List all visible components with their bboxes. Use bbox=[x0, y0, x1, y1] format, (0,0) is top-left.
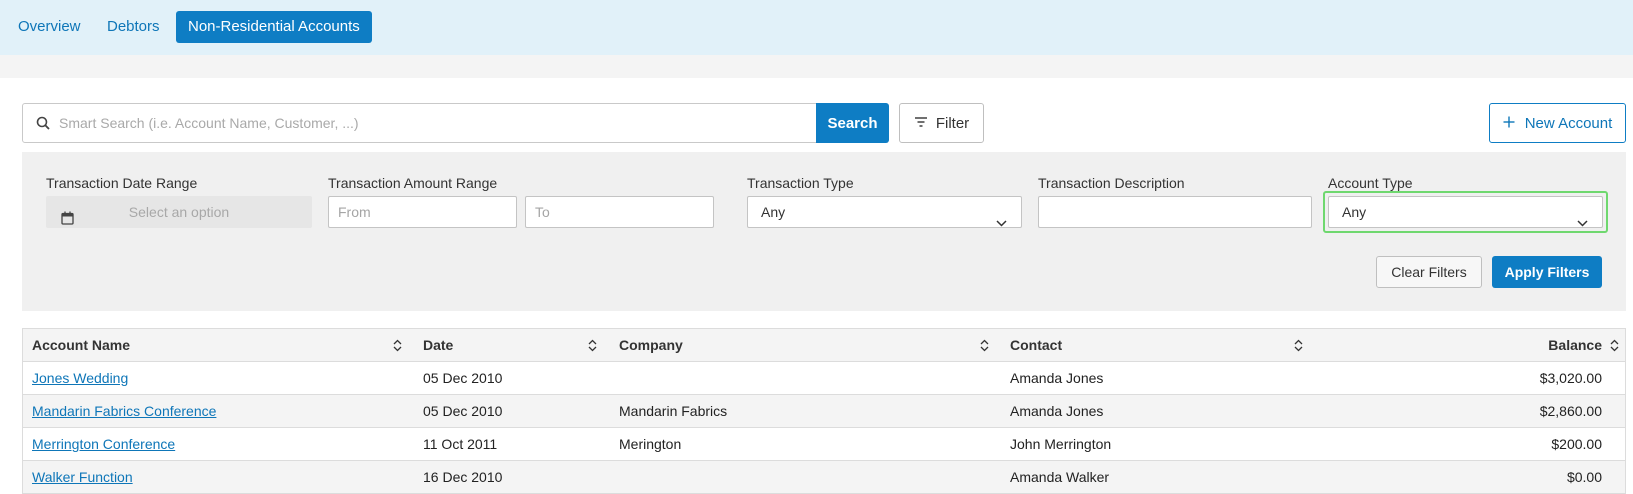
sort-icon[interactable] bbox=[1610, 339, 1619, 355]
column-header-date[interactable]: Date bbox=[423, 329, 453, 361]
header-divider-strip bbox=[0, 55, 1633, 78]
balance-cell: $2,860.00 bbox=[1539, 403, 1602, 419]
column-header-contact[interactable]: Contact bbox=[1010, 329, 1062, 361]
sort-icon[interactable] bbox=[1294, 339, 1303, 355]
column-header-account-name[interactable]: Account Name bbox=[32, 329, 130, 361]
new-account-button[interactable]: New Account bbox=[1489, 103, 1626, 143]
tab-debtors[interactable]: Debtors bbox=[95, 11, 172, 43]
account-name-link[interactable]: Jones Wedding bbox=[32, 370, 128, 386]
chevron-down-icon bbox=[1577, 207, 1588, 237]
table-row[interactable]: Merrington Conference 11 Oct 2011 Mering… bbox=[23, 428, 1625, 461]
table-row[interactable]: Mandarin Fabrics Conference 05 Dec 2010 … bbox=[23, 395, 1625, 428]
column-header-balance[interactable]: Balance bbox=[1548, 329, 1602, 361]
search-box bbox=[22, 103, 817, 143]
balance-cell: $200.00 bbox=[1551, 436, 1602, 452]
company-cell: Mandarin Fabrics bbox=[619, 403, 728, 419]
transaction-type-value: Any bbox=[761, 204, 786, 220]
search-button[interactable]: Search bbox=[816, 103, 889, 143]
balance-cell: $0.00 bbox=[1566, 469, 1602, 485]
date-cell: 05 Dec 2010 bbox=[423, 403, 503, 419]
table-header-row: Account Name Date Company Contact Balanc… bbox=[23, 329, 1625, 362]
account-name-link[interactable]: Walker Function bbox=[32, 469, 133, 485]
sort-icon[interactable] bbox=[980, 339, 989, 355]
sort-icon[interactable] bbox=[588, 339, 597, 355]
transaction-type-label: Transaction Type bbox=[747, 175, 854, 191]
clear-filters-button[interactable]: Clear Filters bbox=[1376, 256, 1482, 288]
date-range-label: Transaction Date Range bbox=[46, 175, 198, 191]
contact-cell: John Merrington bbox=[1010, 436, 1112, 452]
filter-icon bbox=[914, 115, 928, 132]
column-header-company[interactable]: Company bbox=[619, 329, 683, 361]
account-name-link[interactable]: Mandarin Fabrics Conference bbox=[32, 403, 216, 419]
table-row[interactable]: Walker Function 16 Dec 2010 Amanda Walke… bbox=[23, 461, 1625, 494]
filter-button[interactable]: Filter bbox=[899, 103, 984, 143]
top-nav-bar: Overview Debtors Non-Residential Account… bbox=[0, 0, 1633, 55]
accounts-table: Account Name Date Company Contact Balanc… bbox=[22, 328, 1626, 494]
company-cell: Merington bbox=[619, 436, 682, 452]
transaction-type-select[interactable]: Any bbox=[747, 196, 1022, 228]
transaction-description-label: Transaction Description bbox=[1038, 175, 1185, 191]
search-icon bbox=[36, 116, 50, 135]
calendar-icon bbox=[61, 205, 74, 235]
date-range-picker[interactable]: Select an option bbox=[46, 196, 312, 228]
balance-cell: $3,020.00 bbox=[1539, 370, 1602, 386]
apply-filters-button[interactable]: Apply Filters bbox=[1492, 256, 1602, 288]
amount-from-input[interactable]: From bbox=[328, 196, 517, 228]
account-type-value: Any bbox=[1342, 204, 1367, 220]
date-cell: 05 Dec 2010 bbox=[423, 370, 503, 386]
search-input[interactable] bbox=[59, 104, 799, 142]
account-type-select[interactable]: Any bbox=[1328, 196, 1603, 228]
contact-cell: Amanda Walker bbox=[1010, 469, 1110, 485]
date-cell: 16 Dec 2010 bbox=[423, 469, 503, 485]
account-type-label: Account Type bbox=[1328, 175, 1413, 191]
contact-cell: Amanda Jones bbox=[1010, 403, 1104, 419]
tab-non-residential-accounts[interactable]: Non-Residential Accounts bbox=[176, 11, 372, 43]
chevron-down-icon bbox=[996, 207, 1007, 237]
plus-icon bbox=[1503, 115, 1515, 132]
amount-to-input[interactable]: To bbox=[525, 196, 714, 228]
new-account-label: New Account bbox=[1524, 114, 1613, 132]
amount-range-label: Transaction Amount Range bbox=[328, 175, 498, 191]
table-row[interactable]: Jones Wedding 05 Dec 2010 Amanda Jones $… bbox=[23, 362, 1625, 395]
contact-cell: Amanda Jones bbox=[1010, 370, 1104, 386]
account-name-link[interactable]: Merrington Conference bbox=[32, 436, 175, 452]
tab-overview[interactable]: Overview bbox=[6, 11, 93, 43]
date-cell: 11 Oct 2011 bbox=[423, 436, 498, 452]
filter-button-label: Filter bbox=[935, 114, 970, 132]
transaction-description-input[interactable] bbox=[1038, 196, 1312, 228]
date-range-placeholder: Select an option bbox=[128, 204, 230, 220]
sort-icon[interactable] bbox=[393, 339, 402, 355]
